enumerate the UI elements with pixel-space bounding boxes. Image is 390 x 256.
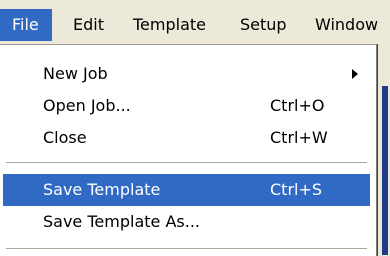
menu-item-save-template-label: Save Template: [43, 180, 161, 199]
menu-item-new-job[interactable]: New Job: [3, 58, 370, 90]
menu-bar: File Edit Template Setup Window: [0, 0, 390, 44]
menu-separator: [6, 162, 367, 164]
menu-item-open-job-shortcut: Ctrl+O: [270, 96, 325, 115]
menu-item-close-label: Close: [43, 128, 87, 147]
menubar-template-label: Template: [133, 15, 207, 34]
menubar-edit[interactable]: Edit: [73, 9, 104, 41]
menu-item-save-template[interactable]: Save Template Ctrl+S: [3, 174, 370, 206]
menu-item-new-job-label: New Job: [43, 64, 108, 83]
menu-item-save-template-as[interactable]: Save Template As...: [3, 206, 370, 238]
menu-item-save-template-as-label: Save Template As...: [43, 212, 200, 231]
menu-item-close-shortcut: Ctrl+W: [270, 128, 328, 147]
submenu-arrow-icon: [352, 69, 358, 79]
menubar-setup[interactable]: Setup: [240, 9, 287, 41]
menubar-setup-label: Setup: [240, 15, 287, 34]
menu-item-save-template-shortcut: Ctrl+S: [270, 180, 323, 199]
menubar-template[interactable]: Template: [133, 9, 206, 41]
menubar-file-label: File: [12, 15, 39, 34]
menu-separator: [6, 248, 367, 250]
menu-item-open-job[interactable]: Open Job... Ctrl+O: [3, 90, 370, 122]
menubar-window[interactable]: Window: [315, 9, 378, 41]
menubar-window-label: Window: [315, 15, 379, 34]
background-window-frame: [382, 86, 388, 255]
menubar-edit-label: Edit: [73, 15, 104, 34]
background-window-edge: [378, 44, 390, 255]
menu-item-open-job-label: Open Job...: [43, 96, 131, 115]
file-menu-dropdown: New Job Open Job... Ctrl+O Close Ctrl+W …: [0, 44, 377, 256]
menubar-file[interactable]: File: [0, 9, 52, 41]
menu-item-close[interactable]: Close Ctrl+W: [3, 122, 370, 154]
